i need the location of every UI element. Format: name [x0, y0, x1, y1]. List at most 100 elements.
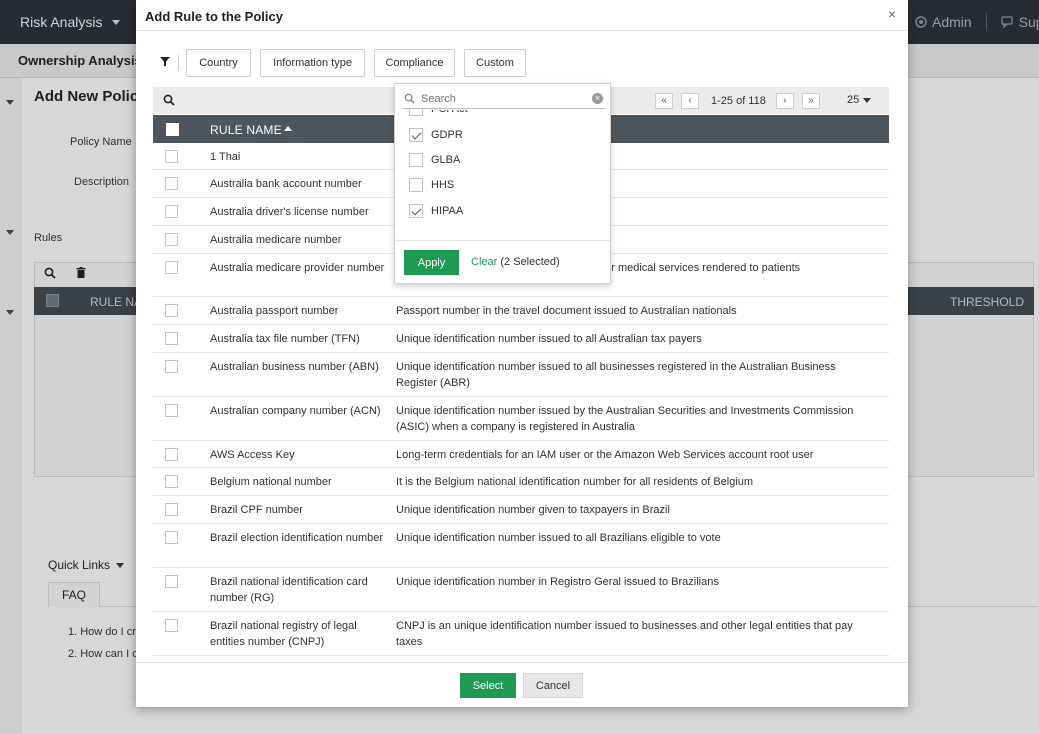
rule-description: Long-term credentials for an IAM user or… — [396, 449, 814, 461]
modal-title: Add Rule to the Policy — [145, 9, 283, 24]
divider — [178, 55, 179, 71]
filter-compliance-button[interactable]: Compliance — [374, 49, 455, 77]
row-checkbox[interactable] — [165, 531, 178, 544]
rule-name: Australia medicare number — [210, 234, 342, 246]
close-icon[interactable]: × — [888, 6, 896, 22]
row-checkbox[interactable] — [165, 304, 178, 317]
option-label: GLBA — [431, 154, 461, 166]
select-all-checkbox[interactable] — [166, 123, 179, 136]
divider — [136, 30, 908, 31]
option-label: HHS — [431, 179, 455, 191]
row-checkbox[interactable] — [165, 475, 178, 488]
first-page-button[interactable]: « — [655, 93, 673, 109]
clear-selection: Clear (2 Selected) — [471, 256, 560, 268]
filter-icon[interactable] — [160, 57, 170, 66]
last-page-button[interactable]: » — [801, 93, 820, 109]
option-label: HIPAA — [431, 205, 464, 217]
cancel-button[interactable]: Cancel — [523, 673, 583, 698]
table-row[interactable]: Australia passport number Passport number… — [153, 297, 889, 325]
apply-button[interactable]: Apply — [404, 250, 459, 275]
table-row[interactable]: Brazil national identification card numb… — [153, 568, 889, 612]
compliance-option[interactable]: HHS — [409, 178, 454, 192]
table-row[interactable]: Brazil national registry of legal entiti… — [153, 612, 889, 656]
row-checkbox[interactable] — [165, 448, 178, 461]
table-row[interactable]: Australian business number (ABN) Unique i… — [153, 353, 889, 397]
rule-name: Brazil CPF number — [210, 504, 303, 516]
compliance-search-input[interactable] — [421, 90, 581, 108]
row-checkbox[interactable] — [165, 150, 178, 163]
rule-description: Unique identification number given to ta… — [396, 504, 670, 516]
select-button[interactable]: Select — [460, 673, 516, 698]
next-page-button[interactable]: › — [775, 93, 794, 109]
compliance-search: × — [403, 89, 605, 109]
rule-description: Passport number in the travel document i… — [396, 305, 737, 317]
filter-information-type-button[interactable]: Information type — [260, 49, 365, 77]
row-checkbox[interactable] — [165, 575, 178, 588]
option-checkbox[interactable] — [409, 204, 423, 218]
table-row[interactable]: Brazil election identification number Uni… — [153, 524, 889, 568]
option-checkbox[interactable] — [409, 128, 423, 142]
page-range: 1-25 of 118 — [711, 95, 766, 107]
pagination: « ‹ 1-25 of 118 › » — [655, 93, 820, 109]
page-size-value: 25 — [847, 94, 860, 106]
rule-name: 1 Thai — [210, 151, 241, 163]
rule-name: Brazil election identification number — [210, 532, 384, 544]
row-checkbox[interactable] — [165, 360, 178, 373]
rule-name: Australian business number (ABN) — [210, 361, 379, 373]
rule-description: Unique identification number issued to a… — [396, 361, 836, 389]
rule-description: It is the Belgium national identificatio… — [396, 476, 754, 488]
filter-custom-button[interactable]: Custom — [464, 49, 526, 77]
row-checkbox[interactable] — [165, 261, 178, 274]
rule-name: Brazil national registry of legal entiti… — [210, 620, 357, 648]
table-row[interactable]: Belgium national number It is the Belgium… — [153, 468, 889, 496]
search-icon[interactable] — [163, 94, 175, 106]
rule-name: Australia tax file number (TFN) — [210, 333, 360, 345]
prev-page-button[interactable]: ‹ — [681, 93, 699, 109]
option-checkbox[interactable] — [409, 153, 423, 167]
option-label: PCI Act — [431, 110, 468, 115]
rule-name: Australia driver's license number — [210, 206, 369, 218]
rule-name: Australian company number (ACN) — [210, 405, 381, 417]
rule-description: Unique identification number issued by t… — [396, 405, 854, 433]
rule-description: Unique identification number in Registro… — [396, 576, 719, 588]
option-label: GDPR — [431, 129, 463, 141]
rule-name: AWS Access Key — [210, 449, 295, 461]
row-checkbox[interactable] — [165, 177, 178, 190]
divider — [136, 662, 908, 663]
rule-description: CNPJ is an unique identification number … — [396, 620, 853, 648]
rule-name: Belgium national number — [210, 476, 332, 488]
rule-description: Unique identification number issued to a… — [396, 532, 721, 544]
compliance-option[interactable]: GDPR — [409, 128, 463, 142]
filter-country-button[interactable]: Country — [186, 49, 251, 77]
row-checkbox[interactable] — [165, 404, 178, 417]
table-row[interactable]: AWS Access Key Long-term credentials for … — [153, 441, 889, 468]
table-row[interactable]: Australian company number (ACN) Unique id… — [153, 397, 889, 441]
table-row[interactable]: Australia tax file number (TFN) Unique id… — [153, 325, 889, 353]
row-checkbox[interactable] — [165, 332, 178, 345]
row-checkbox[interactable] — [165, 233, 178, 246]
col-rule-name[interactable]: RULE NAME — [210, 123, 282, 137]
compliance-dropdown: × PCI Act GDPR GLBA HHS HIPAA Apply Clear (2… — [394, 83, 611, 284]
compliance-option[interactable]: HIPAA — [409, 204, 463, 218]
option-checkbox[interactable] — [409, 178, 423, 192]
rule-name: Australia passport number — [210, 305, 339, 317]
compliance-option[interactable]: GLBA — [409, 153, 460, 167]
rule-name: Brazil national identification card numb… — [210, 576, 368, 604]
row-checkbox[interactable] — [165, 619, 178, 632]
rule-name: Australia bank account number — [210, 178, 362, 190]
row-checkbox[interactable] — [165, 503, 178, 516]
search-icon — [404, 93, 415, 104]
page-size-select[interactable]: 25 — [847, 94, 872, 106]
chevron-down-icon — [863, 97, 872, 103]
sort-ascending-icon[interactable] — [284, 126, 292, 131]
row-checkbox[interactable] — [165, 205, 178, 218]
selected-count: (2 Selected) — [500, 256, 560, 268]
divider — [395, 240, 610, 241]
clear-search-icon[interactable]: × — [592, 93, 603, 104]
compliance-option[interactable]: PCI Act — [409, 110, 468, 116]
table-row[interactable]: Brazil CPF number Unique identification n… — [153, 496, 889, 524]
rule-name: Australia medicare provider number — [210, 262, 385, 274]
compliance-options: PCI Act GDPR GLBA HHS HIPAA — [395, 110, 610, 240]
option-checkbox[interactable] — [409, 110, 423, 116]
clear-link[interactable]: Clear — [471, 256, 497, 268]
